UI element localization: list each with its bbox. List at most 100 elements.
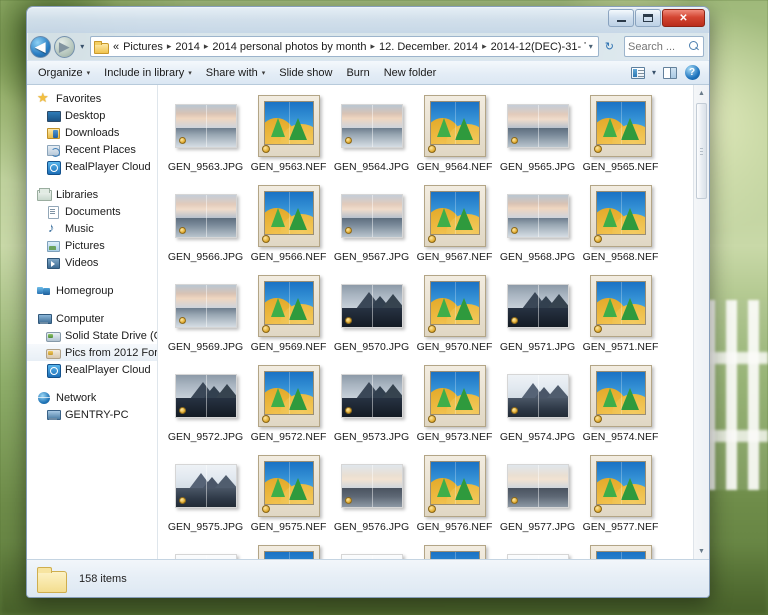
breadcrumb-item-pictures[interactable]: Pictures bbox=[121, 41, 165, 53]
sidebar-item-solid-state-drive[interactable]: Solid State Drive (C:) bbox=[27, 327, 157, 344]
file-item[interactable]: GEN_9566.JPG bbox=[164, 181, 247, 271]
thumbnail-guide bbox=[454, 192, 456, 234]
sidebar-item-gentry-pc[interactable]: GENTRY-PC bbox=[27, 406, 157, 423]
navigation-pane[interactable]: Favorites Desktop Downloads Recent Place… bbox=[27, 85, 158, 559]
file-item[interactable]: GEN_9570.NEF bbox=[413, 271, 496, 361]
sidebar-group-libraries[interactable]: Libraries bbox=[27, 186, 157, 203]
file-item[interactable]: GEN_9563.NEF bbox=[247, 91, 330, 181]
thumbnail-guide bbox=[537, 555, 539, 559]
burn-button[interactable]: Burn bbox=[339, 64, 376, 82]
address-bar[interactable]: « Pictures ▸ 2014 ▸ 2014 personal photos… bbox=[89, 36, 599, 57]
file-item[interactable]: GEN_9565.NEF bbox=[579, 91, 662, 181]
sidebar-group-favorites[interactable]: Favorites bbox=[27, 90, 157, 107]
file-item[interactable]: GEN_9566.NEF bbox=[247, 181, 330, 271]
file-item[interactable]: GEN_9571.JPG bbox=[496, 271, 579, 361]
search-input[interactable] bbox=[628, 40, 688, 53]
file-thumbnail bbox=[579, 181, 662, 251]
realplayer-cloud-icon bbox=[46, 363, 61, 378]
forward-button[interactable]: ▶ bbox=[53, 35, 75, 58]
sidebar-item-pics-from-2012-forward[interactable]: Pics from 2012 Forward ( bbox=[27, 344, 157, 361]
slide-show-button[interactable]: Slide show bbox=[272, 64, 339, 82]
file-item[interactable]: GEN_9563.JPG bbox=[164, 91, 247, 181]
file-item[interactable]: GEN_9564.NEF bbox=[413, 91, 496, 181]
breadcrumb-separator-icon[interactable]: ▸ bbox=[165, 41, 174, 52]
scrollbar-thumb[interactable] bbox=[696, 103, 707, 199]
file-item[interactable] bbox=[496, 541, 579, 559]
file-item[interactable]: GEN_9568.JPG bbox=[496, 181, 579, 271]
sidebar-item-pictures[interactable]: Pictures bbox=[27, 237, 157, 254]
file-item[interactable]: GEN_9574.JPG bbox=[496, 361, 579, 451]
breadcrumb-separator-icon[interactable]: ▸ bbox=[368, 41, 377, 52]
file-item[interactable]: GEN_9575.NEF bbox=[247, 451, 330, 541]
maximize-button[interactable] bbox=[635, 9, 661, 27]
file-item[interactable]: GEN_9567.NEF bbox=[413, 181, 496, 271]
file-item[interactable]: GEN_9564.JPG bbox=[330, 91, 413, 181]
file-item[interactable]: GEN_9575.JPG bbox=[164, 451, 247, 541]
breadcrumb-item-tetons[interactable]: 2014-12(DEC)-31- Tetons bbox=[489, 41, 586, 53]
file-item[interactable]: GEN_9570.JPG bbox=[330, 271, 413, 361]
file-item[interactable] bbox=[413, 541, 496, 559]
file-item[interactable]: GEN_9567.JPG bbox=[330, 181, 413, 271]
share-with-button[interactable]: Share with ▾ bbox=[199, 64, 273, 82]
back-button[interactable]: ◀ bbox=[30, 35, 51, 58]
file-item[interactable]: GEN_9572.JPG bbox=[164, 361, 247, 451]
sidebar-item-videos[interactable]: Videos bbox=[27, 254, 157, 271]
sidebar-item-downloads[interactable]: Downloads bbox=[27, 124, 157, 141]
file-item[interactable]: GEN_9568.NEF bbox=[579, 181, 662, 271]
close-button[interactable]: ✕ bbox=[662, 9, 705, 27]
file-item[interactable]: GEN_9569.JPG bbox=[164, 271, 247, 361]
minimize-button[interactable] bbox=[608, 9, 634, 27]
sidebar-item-recent-places[interactable]: Recent Places bbox=[27, 141, 157, 158]
raw-file-thumbnail bbox=[423, 95, 486, 157]
file-list-pane[interactable]: GEN_9563.JPG GEN_9563.NEF GEN_9564.JPG GEN_… bbox=[158, 85, 709, 559]
command-bar: Organize ▾ Include in library ▾ Share wi… bbox=[27, 60, 709, 85]
sidebar-item-desktop[interactable]: Desktop bbox=[27, 107, 157, 124]
breadcrumb-separator-icon[interactable]: ▸ bbox=[202, 41, 211, 52]
sidebar-item-documents[interactable]: Documents bbox=[27, 203, 157, 220]
sidebar-item-music[interactable]: Music bbox=[27, 220, 157, 237]
folder-icon bbox=[93, 40, 109, 54]
sidebar-group-network[interactable]: Network bbox=[27, 389, 157, 406]
address-dropdown-icon[interactable]: ▾ bbox=[586, 42, 596, 51]
sidebar-group-homegroup[interactable]: Homegroup bbox=[27, 282, 157, 299]
file-item[interactable] bbox=[164, 541, 247, 559]
file-item[interactable]: GEN_9573.NEF bbox=[413, 361, 496, 451]
refresh-icon[interactable]: ↻ bbox=[602, 40, 617, 53]
file-item[interactable] bbox=[330, 541, 413, 559]
file-item[interactable]: GEN_9571.NEF bbox=[579, 271, 662, 361]
file-item[interactable]: GEN_9569.NEF bbox=[247, 271, 330, 361]
scroll-down-button[interactable]: ▼ bbox=[694, 543, 709, 559]
file-item[interactable] bbox=[247, 541, 330, 559]
breadcrumb-item-photos-by-month[interactable]: 2014 personal photos by month bbox=[210, 41, 368, 53]
search-box[interactable] bbox=[624, 36, 704, 57]
file-item[interactable]: GEN_9565.JPG bbox=[496, 91, 579, 181]
sidebar-item-realplayer-cloud-drive[interactable]: RealPlayer Cloud bbox=[27, 361, 157, 378]
file-thumbnail bbox=[247, 451, 330, 521]
icon-tree bbox=[437, 118, 452, 138]
scroll-up-button[interactable]: ▲ bbox=[694, 85, 709, 101]
generic-image-icon bbox=[429, 461, 480, 505]
file-item[interactable]: GEN_9577.NEF bbox=[579, 451, 662, 541]
sidebar-item-realplayer-cloud[interactable]: RealPlayer Cloud bbox=[27, 158, 157, 175]
breadcrumb-separator-icon[interactable]: ▸ bbox=[480, 41, 489, 52]
sidebar-group-computer[interactable]: Computer bbox=[27, 310, 157, 327]
change-view-button[interactable] bbox=[627, 63, 649, 83]
file-item[interactable]: GEN_9572.NEF bbox=[247, 361, 330, 451]
file-item[interactable]: GEN_9573.JPG bbox=[330, 361, 413, 451]
recent-locations-button[interactable]: ▾ bbox=[78, 42, 87, 51]
breadcrumb-item-2014[interactable]: 2014 bbox=[173, 41, 201, 53]
preview-pane-button[interactable] bbox=[659, 63, 681, 83]
file-item[interactable]: GEN_9576.NEF bbox=[413, 451, 496, 541]
file-item[interactable]: GEN_9574.NEF bbox=[579, 361, 662, 451]
breadcrumb-item-december[interactable]: 12. December. 2014 bbox=[377, 41, 480, 53]
vertical-scrollbar[interactable]: ▲ ▼ bbox=[693, 85, 709, 559]
file-thumbnail bbox=[330, 361, 413, 431]
file-item[interactable]: GEN_9577.JPG bbox=[496, 451, 579, 541]
include-in-library-button[interactable]: Include in library ▾ bbox=[97, 64, 199, 82]
help-button[interactable]: ? bbox=[681, 63, 703, 83]
organize-button[interactable]: Organize ▾ bbox=[31, 64, 97, 82]
new-folder-button[interactable]: New folder bbox=[377, 64, 444, 82]
file-item[interactable] bbox=[579, 541, 662, 559]
view-dropdown-button[interactable]: ▾ bbox=[649, 68, 659, 77]
file-item[interactable]: GEN_9576.JPG bbox=[330, 451, 413, 541]
